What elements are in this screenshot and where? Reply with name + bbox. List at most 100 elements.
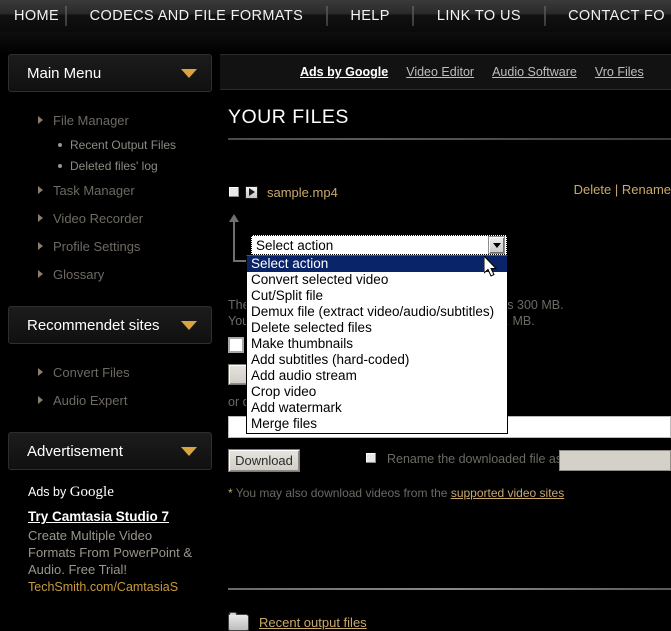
bullet-dot-icon <box>58 143 62 147</box>
action-select-input[interactable]: Select action <box>250 234 508 256</box>
supported-video-sites-link[interactable]: supported video sites <box>451 486 564 500</box>
footnote-asterisk: * <box>228 486 233 500</box>
rename-downloaded-checkbox[interactable] <box>365 452 377 464</box>
sidebar-panel-recommended-sites[interactable]: Recommendet sites <box>8 306 212 344</box>
ad-headline-link[interactable]: Try Camtasia Studio 7 <box>28 508 192 525</box>
download-button[interactable]: Download <box>228 449 300 472</box>
recommended-sites-list: Convert Files Audio Expert <box>0 358 220 414</box>
arrow-right-icon <box>38 242 43 250</box>
arrow-right-icon <box>38 186 43 194</box>
rename-filename-input[interactable] <box>559 450 671 471</box>
sidebar-subitem-deleted-files-log[interactable]: Deleted files' log <box>0 155 220 176</box>
page-title: YOUR FILES <box>228 106 349 129</box>
action-separator: | <box>615 182 618 197</box>
panel-title-recommended-sites: Recommendet sites <box>27 317 160 334</box>
panel-title-advertisement: Advertisement <box>27 443 123 460</box>
ad-link-audio-software[interactable]: Audio Software <box>492 65 577 79</box>
google-wordmark: Google <box>70 484 114 500</box>
connector-arrow-icon <box>228 214 248 262</box>
sidebar-item-profile-settings[interactable]: Profile Settings <box>0 232 220 260</box>
nav-shadow <box>0 32 671 54</box>
sidebar-item-label: Task Manager <box>53 183 135 198</box>
nav-divider <box>326 6 328 26</box>
dropdown-option[interactable]: Convert selected video <box>247 272 507 288</box>
sidebar-item-convert-files[interactable]: Convert Files <box>0 358 220 386</box>
sidebar-subitem-label: Deleted files' log <box>70 159 158 173</box>
ad-body-text: Create Multiple Video Formats From Power… <box>28 527 192 578</box>
sidebar-item-file-manager[interactable]: File Manager <box>0 106 220 134</box>
action-select-dropdown[interactable]: Select actionConvert selected videoCut/S… <box>246 255 508 434</box>
nav-item-codecs-and-file-formats[interactable]: CODECS AND FILE FORMATS <box>84 1 310 31</box>
dropdown-option[interactable]: Merge files <box>247 416 507 432</box>
ad-link-vro-files[interactable]: Vro Files <box>595 65 644 79</box>
title-divider <box>228 138 671 140</box>
main-menu-list: File Manager Recent Output Files Deleted… <box>0 106 220 288</box>
top-navigation-bar: HOME CODECS AND FILE FORMATS HELP LINK T… <box>0 0 671 32</box>
play-icon[interactable] <box>245 186 258 199</box>
sidebar: Main Menu File Manager Recent Output Fil… <box>0 54 220 616</box>
dropdown-option[interactable]: Delete selected files <box>247 320 507 336</box>
file-list-row: sample.mp4 Delete | Rename <box>228 182 671 202</box>
sidebar-panel-advertisement[interactable]: Advertisement <box>8 432 212 470</box>
action-select-value: Select action <box>251 238 333 253</box>
sidebar-item-task-manager[interactable]: Task Manager <box>0 176 220 204</box>
dropdown-option[interactable]: Add subtitles (hard-coded) <box>247 352 507 368</box>
recent-output-files-link[interactable]: Recent output files <box>259 615 367 630</box>
dropdown-option[interactable]: Add watermark <box>247 400 507 416</box>
chevron-down-icon[interactable] <box>488 236 505 254</box>
arrow-right-icon <box>38 214 43 222</box>
ads-by-text: Ads by <box>28 485 66 499</box>
upload-option-checkbox[interactable] <box>228 337 244 353</box>
bullet-dot-icon <box>58 164 62 168</box>
ads-by-google-link[interactable]: Ads by Google <box>300 65 388 79</box>
ad-link-video-editor[interactable]: Video Editor <box>406 65 474 79</box>
sidebar-item-label: Glossary <box>53 267 104 282</box>
arrow-right-icon <box>38 368 43 376</box>
nav-item-link-to-us[interactable]: LINK TO US <box>431 1 527 31</box>
sidebar-item-glossary[interactable]: Glossary <box>0 260 220 288</box>
sidebar-subitem-recent-output-files[interactable]: Recent Output Files <box>0 134 220 155</box>
rename-link[interactable]: Rename <box>622 182 671 197</box>
arrow-right-icon <box>38 270 43 278</box>
sidebar-item-label: Video Recorder <box>53 211 143 226</box>
recent-output-files-row[interactable]: Recent output files <box>228 614 367 631</box>
dropdown-option[interactable]: Demux file (extract video/audio/subtitle… <box>247 304 507 320</box>
nav-divider <box>412 6 414 26</box>
nav-item-home[interactable]: HOME <box>8 1 65 31</box>
dropdown-option[interactable]: Make thumbnails <box>247 336 507 352</box>
ad-display-url[interactable]: TechSmith.com/CamtasiaS <box>28 580 192 594</box>
sidebar-subitem-label: Recent Output Files <box>70 138 176 152</box>
arrow-right-icon <box>38 396 43 404</box>
sidebar-item-label: File Manager <box>53 113 129 128</box>
dropdown-option[interactable]: Crop video <box>247 384 507 400</box>
nav-item-contact-form[interactable]: CONTACT FO <box>562 1 671 31</box>
ads-by-google-label: Ads by Google <box>28 484 192 501</box>
file-name-link[interactable]: sample.mp4 <box>267 185 338 200</box>
dropdown-option[interactable]: Select action <box>247 256 507 272</box>
arrow-right-icon <box>38 116 43 124</box>
sidebar-advertisement-block: Ads by Google Try Camtasia Studio 7 Crea… <box>0 470 192 594</box>
sidebar-item-audio-expert[interactable]: Audio Expert <box>0 386 220 414</box>
google-ads-bar: Ads by Google Video Editor Audio Softwar… <box>220 54 671 90</box>
sidebar-item-label: Audio Expert <box>53 393 127 408</box>
chevron-down-icon[interactable] <box>181 321 197 330</box>
dropdown-option[interactable]: Cut/Split file <box>247 288 507 304</box>
nav-divider <box>544 6 546 26</box>
rename-downloaded-label: Rename the downloaded file as <box>387 452 562 466</box>
sidebar-panel-main-menu[interactable]: Main Menu <box>8 54 212 92</box>
dropdown-option[interactable]: Add audio stream <box>247 368 507 384</box>
sidebar-item-label: Convert Files <box>53 365 130 380</box>
file-actions: Delete | Rename <box>574 182 671 197</box>
folder-icon <box>228 614 249 631</box>
nav-divider <box>65 6 67 26</box>
footnote-text: You may also download videos from the <box>236 486 451 500</box>
bottom-divider <box>228 588 671 590</box>
file-select-checkbox[interactable] <box>228 186 240 198</box>
nav-item-help[interactable]: HELP <box>344 1 395 31</box>
sidebar-item-video-recorder[interactable]: Video Recorder <box>0 204 220 232</box>
chevron-down-icon[interactable] <box>181 447 197 456</box>
chevron-down-icon[interactable] <box>181 69 197 78</box>
delete-link[interactable]: Delete <box>574 182 612 197</box>
panel-title-main-menu: Main Menu <box>27 65 101 82</box>
footnote: * You may also download videos from the … <box>228 486 564 500</box>
